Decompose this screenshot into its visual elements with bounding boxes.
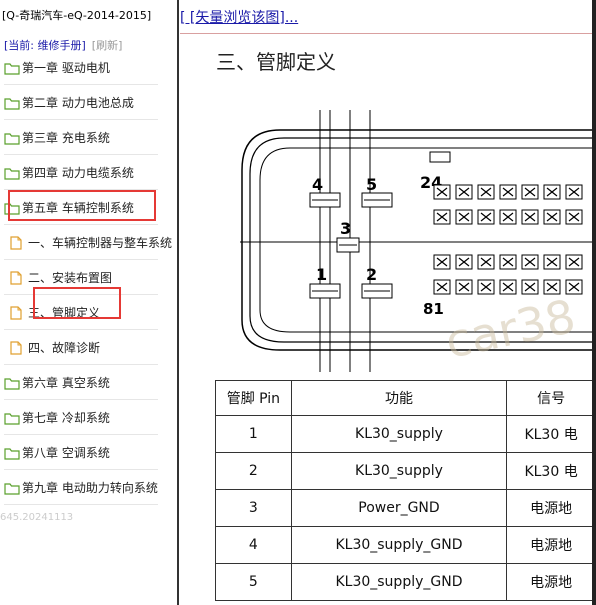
watermark: car38 xyxy=(441,289,580,369)
table-row: 3 Power_GND 电源地 xyxy=(215,489,596,527)
pin-table: 管脚 Pin 功能 信号 1 KL30_supply KL30 电 2 KL30_sup… xyxy=(215,380,596,601)
tree-item-label: 第八章 空调系统 xyxy=(22,446,110,460)
cell-signal: 电源地 xyxy=(506,489,596,527)
tree-item-label: 第六章 真空系统 xyxy=(22,376,110,390)
cell-signal: KL30 电 xyxy=(506,452,596,490)
pin-label-4: 4 xyxy=(312,175,323,194)
cell-signal: 电源地 xyxy=(506,526,596,564)
pin-label-2: 2 xyxy=(366,265,377,284)
tree-subitem[interactable]: 一、车辆控制器与整车系统 xyxy=(4,225,172,260)
table-row: 1 KL30_supply KL30 电 xyxy=(215,415,596,453)
folder-icon xyxy=(4,165,20,180)
cell-pin: 4 xyxy=(215,526,292,564)
vector-view-link[interactable]: [ [矢量浏览该图]... xyxy=(180,7,298,27)
cell-signal: KL30 电 xyxy=(506,415,596,453)
folder-icon xyxy=(4,480,20,495)
document-icon xyxy=(10,235,26,250)
col-signal: 信号 xyxy=(506,380,596,416)
col-function: 功能 xyxy=(290,380,508,416)
table-row: 5 KL30_supply_GND 电源地 xyxy=(215,563,596,601)
document-icon xyxy=(10,305,26,320)
table-row: 4 KL30_supply_GND 电源地 xyxy=(215,526,596,564)
tree-chapter[interactable]: 第九章 电动助力转向系统 xyxy=(4,470,158,505)
tree-chapter[interactable]: 第六章 真空系统 xyxy=(4,365,158,400)
tree-item-label: 四、故障诊断 xyxy=(28,341,101,355)
pin-2 xyxy=(361,283,393,299)
chapter-tree: 第一章 驱动电机 第二章 动力电池总成 第三章 充电系统 第四章 动力电缆系统 第五章 … xyxy=(0,50,174,505)
pin-label-5: 5 xyxy=(366,175,377,194)
small-pin-grid xyxy=(433,184,583,295)
tree-chapter[interactable]: 第四章 动力电缆系统 xyxy=(4,155,158,190)
tree-item-label: 第九章 电动助力转向系统 xyxy=(22,481,158,495)
tree-chapter[interactable]: 第二章 动力电池总成 xyxy=(4,85,158,120)
folder-icon xyxy=(4,445,20,460)
document-icon xyxy=(10,270,26,285)
cell-function: Power_GND xyxy=(290,489,508,527)
title-rule xyxy=(180,33,596,34)
cell-function: KL30_supply_GND xyxy=(290,526,508,564)
pin-4 xyxy=(309,192,341,208)
col-pin: 管脚 Pin xyxy=(215,380,292,416)
tree-item-label: 第一章 驱动电机 xyxy=(22,61,110,75)
folder-icon xyxy=(4,60,20,75)
pin-1 xyxy=(309,283,341,299)
book-title: [Q-奇瑞汽车-eQ-2014-2015] xyxy=(2,9,152,22)
highlight-box-chapter5 xyxy=(8,190,156,221)
tree-chapter[interactable]: 第三章 充电系统 xyxy=(4,120,158,155)
document-icon xyxy=(10,340,26,355)
folder-icon xyxy=(4,95,20,110)
cell-signal: 电源地 xyxy=(506,563,596,601)
cell-pin: 1 xyxy=(215,415,292,453)
tree-item-label: 第三章 充电系统 xyxy=(22,131,110,145)
tree-item-label: 第四章 动力电缆系统 xyxy=(22,166,134,180)
section-title: 三、管脚定义 xyxy=(216,50,336,74)
folder-icon xyxy=(4,130,20,145)
tree-item-label: 第七章 冷却系统 xyxy=(22,411,110,425)
pin-5 xyxy=(361,192,393,208)
pane-divider[interactable] xyxy=(177,0,179,605)
version-label: 645.20241113 xyxy=(0,512,74,523)
pin-3 xyxy=(336,237,360,253)
tree-chapter[interactable]: 第一章 驱动电机 xyxy=(4,50,158,85)
latch-tab xyxy=(429,151,451,163)
tree-chapter[interactable]: 第八章 空调系统 xyxy=(4,435,158,470)
tree-item-label: 一、车辆控制器与整车系统 xyxy=(28,236,173,250)
tree-item-label: 第二章 动力电池总成 xyxy=(22,96,134,110)
highlight-box-pin-definition xyxy=(33,287,121,319)
tree-subitem[interactable]: 四、故障诊断 xyxy=(4,330,158,365)
sidebar: [Q-奇瑞汽车-eQ-2014-2015] [当前: 维修手册] [刷新] 第一章… xyxy=(0,0,174,605)
content-pane: [ [矢量浏览该图]... 三、管脚定义 4 5 24 3 1 2 81 car… xyxy=(180,0,596,605)
pin-label-1: 1 xyxy=(316,265,327,284)
cell-function: KL30_supply xyxy=(290,415,508,453)
table-row: 2 KL30_supply KL30 电 xyxy=(215,452,596,490)
folder-icon xyxy=(4,375,20,390)
pin-table-header: 管脚 Pin 功能 信号 xyxy=(215,380,596,416)
cell-function: KL30_supply_GND xyxy=(290,563,508,601)
pin-label-3: 3 xyxy=(340,219,351,238)
right-scrollbar[interactable] xyxy=(592,0,596,605)
tree-chapter[interactable]: 第七章 冷却系统 xyxy=(4,400,158,435)
cell-function: KL30_supply xyxy=(290,452,508,490)
cell-pin: 2 xyxy=(215,452,292,490)
folder-icon xyxy=(4,410,20,425)
tree-item-label: 二、安装布置图 xyxy=(28,271,113,285)
connector-diagram: 4 5 24 3 1 2 81 car38 xyxy=(240,110,596,372)
cell-pin: 5 xyxy=(215,563,292,601)
cell-pin: 3 xyxy=(215,489,292,527)
